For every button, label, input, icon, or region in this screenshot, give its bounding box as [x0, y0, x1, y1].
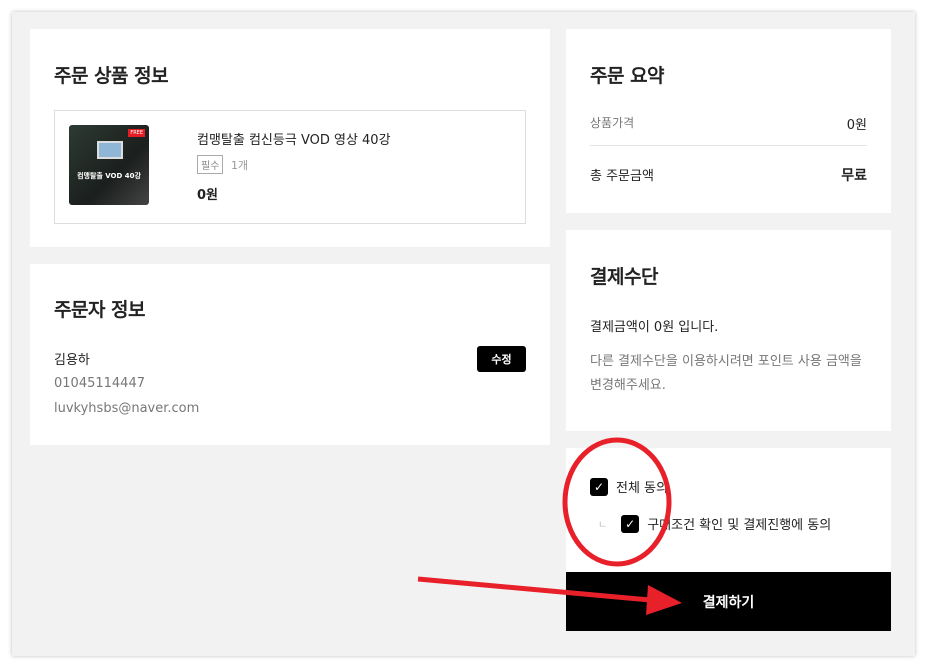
product-price-label: 상품가격: [590, 116, 635, 130]
agree-all[interactable]: ✓ 전체 동의: [590, 477, 668, 496]
product-name[interactable]: 컴맹탈출 컴신등극 VOD 영상 40강: [197, 129, 391, 148]
payment-title: 결제수단: [590, 266, 658, 288]
agree-terms-checkbox[interactable]: ✓: [621, 514, 640, 533]
agree-terms[interactable]: ㄴ ✓ 구매조건 확인 및 결제진행에 동의: [598, 514, 831, 533]
required-badge: 필수: [197, 155, 224, 174]
payment-note: 다른 결제수단을 이용하시려면 포인트 사용 금액을 변경해주세요.: [590, 354, 862, 393]
order-items-card: 주문 상품 정보 FREE 컴맹탈출 VOD 40강 컴맹탈출 컴신등극 VOD…: [30, 29, 550, 247]
orderer-email: luvkyhsbs@naver.com: [54, 401, 200, 416]
agree-all-checkbox[interactable]: ✓: [590, 477, 608, 496]
agreement-card: ✓ 전체 동의 ㄴ ✓ 구매조건 확인 및 결제진행에 동의: [566, 448, 891, 572]
summary-title: 주문 요약: [590, 65, 665, 87]
sub-item-marker: ㄴ: [598, 520, 608, 531]
monitor-icon: [97, 141, 123, 159]
agree-terms-label: 구매조건 확인 및 결제진행에 동의: [647, 518, 832, 533]
free-tag: FREE: [128, 129, 145, 137]
orderer-phone: 01045114447: [54, 376, 145, 391]
product-price-value: 0원: [846, 118, 867, 133]
edit-button[interactable]: 수정: [477, 346, 526, 372]
order-summary-card: 주문 요약 상품가격 0원 총 주문금액 무료: [566, 29, 891, 213]
orderer-card: 주문자 정보 김용하 01045114447 luvkyhsbs@naver.c…: [30, 264, 550, 445]
product-quantity: 1개: [231, 159, 249, 172]
thumbnail-title: 컴맹탈출 VOD 40강: [77, 172, 141, 180]
agree-all-label: 전체 동의: [616, 481, 668, 496]
payment-amount-text: 결제금액이 0원 입니다.: [590, 320, 719, 335]
orderer-title: 주문자 정보: [54, 299, 146, 321]
pay-button[interactable]: 결제하기: [566, 572, 891, 631]
orderer-name: 김용하: [54, 353, 90, 368]
order-items-title: 주문 상품 정보: [54, 65, 169, 87]
divider: [590, 145, 867, 146]
total-label: 총 주문금액: [590, 169, 654, 184]
total-value: 무료: [841, 168, 867, 184]
product-thumbnail: FREE 컴맹탈출 VOD 40강: [69, 125, 149, 205]
payment-method-card: 결제수단 결제금액이 0원 입니다. 다른 결제수단을 이용하시려면 포인트 사…: [566, 230, 891, 431]
product-price: 0원: [197, 188, 219, 203]
product-item: FREE 컴맹탈출 VOD 40강 컴맹탈출 컴신등극 VOD 영상 40강 필…: [54, 110, 526, 224]
